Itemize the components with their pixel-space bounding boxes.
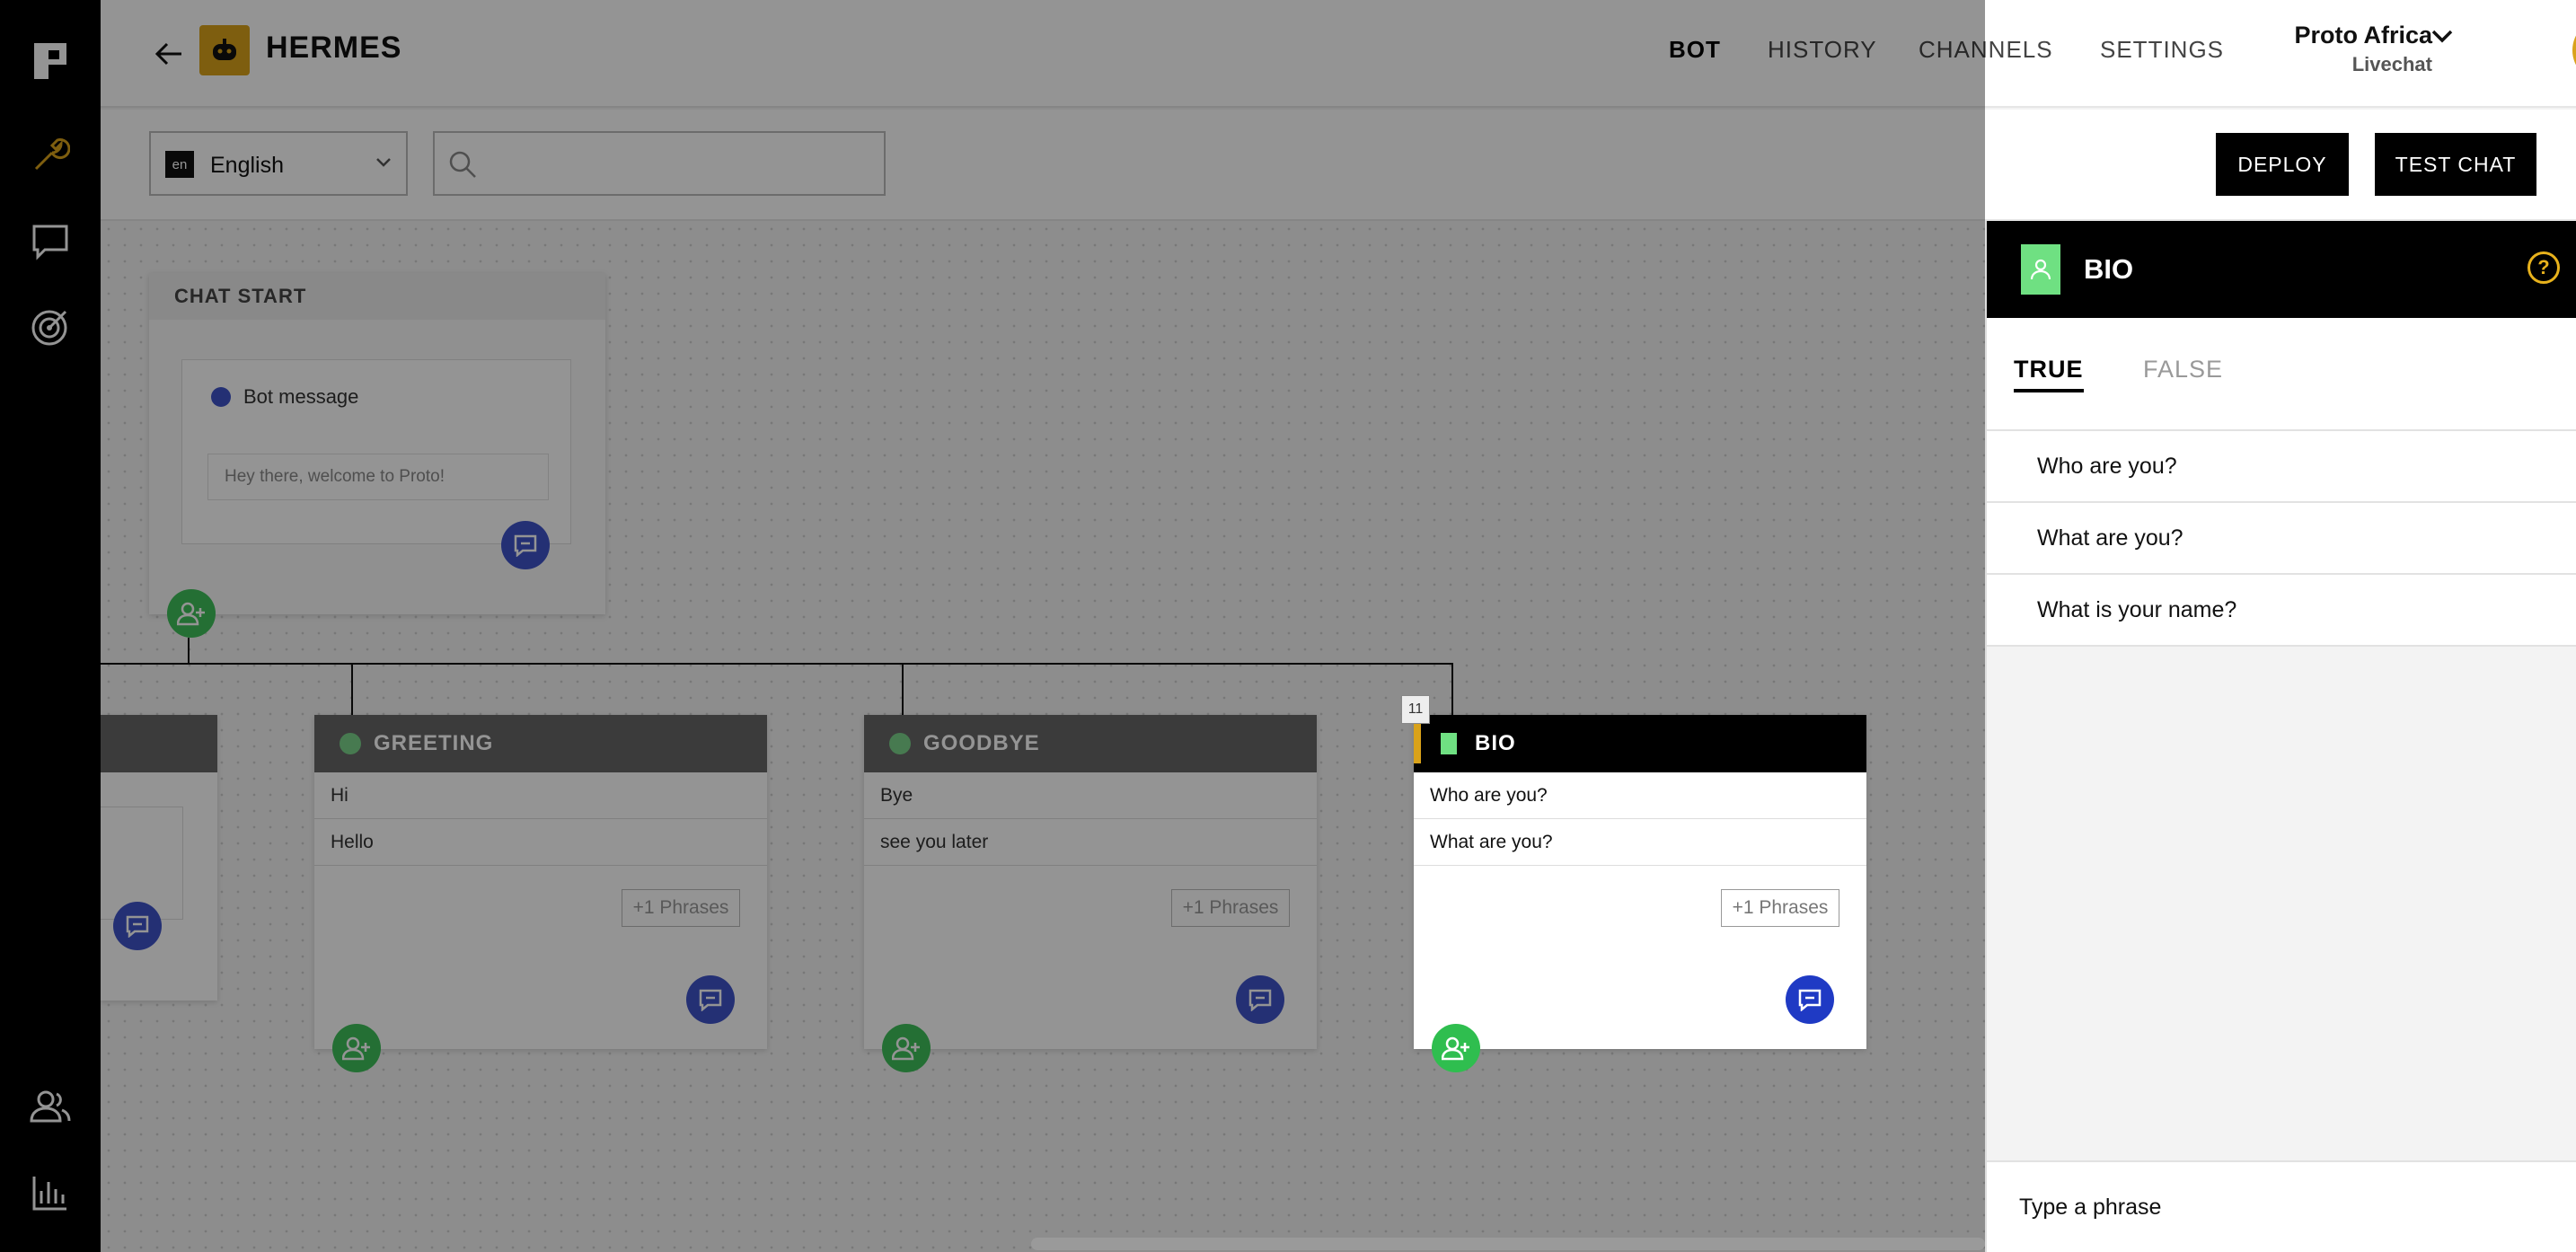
intent-panel: BIO ? TRUE FALSE Who are you? What are y…	[1985, 221, 2576, 1252]
phrase-row[interactable]: Who are you?	[1987, 431, 2576, 503]
phrase-row[interactable]: What are you?	[1987, 503, 2576, 575]
modal-backdrop[interactable]	[0, 0, 1985, 1252]
panel-tabs: TRUE FALSE	[1987, 318, 2576, 431]
person-bookmark-icon	[2021, 244, 2060, 295]
add-intent-icon[interactable]	[1432, 1024, 1480, 1072]
test-chat-button[interactable]: TEST CHAT	[2375, 133, 2536, 196]
tab-false[interactable]: FALSE	[2143, 356, 2223, 384]
phrase-row[interactable]: What is your name?	[1987, 575, 2576, 647]
phrase-input[interactable]	[2019, 1187, 2540, 1227]
add-message-icon[interactable]	[1786, 975, 1834, 1024]
bio-bookmark-icon	[1441, 733, 1457, 754]
deploy-button[interactable]: DEPLOY	[2216, 133, 2349, 196]
phrase-item: What are you?	[1414, 819, 1866, 866]
node-count-badge: 11	[1401, 695, 1430, 724]
org-channel: Livechat	[2351, 53, 2432, 75]
nav-settings[interactable]: SETTINGS	[2100, 36, 2224, 64]
bio-node[interactable]: BIO Who are you? What are you? +1 Phrase…	[1414, 715, 1866, 1049]
panel-header: BIO ?	[1987, 221, 2576, 318]
avatar[interactable]: B	[2572, 18, 2576, 83]
bio-header: BIO	[1414, 715, 1866, 772]
phrase-item: Who are you?	[1414, 772, 1866, 819]
selected-marker	[1414, 724, 1421, 763]
panel-title: BIO	[2084, 253, 2134, 285]
org-switcher[interactable]: Proto Africa Livechat	[2271, 22, 2432, 76]
bio-title: BIO	[1475, 731, 1516, 755]
help-icon[interactable]: ?	[2527, 251, 2560, 284]
chevron-down-icon[interactable]	[2430, 27, 2454, 49]
org-name: Proto Africa	[2294, 22, 2432, 48]
phrase-input-bar	[1987, 1160, 2576, 1252]
more-phrases-button[interactable]: +1 Phrases	[1721, 889, 1839, 927]
canvas-horizontal-scrollbar[interactable]	[1031, 1238, 1985, 1250]
tab-true[interactable]: TRUE	[2014, 356, 2084, 392]
